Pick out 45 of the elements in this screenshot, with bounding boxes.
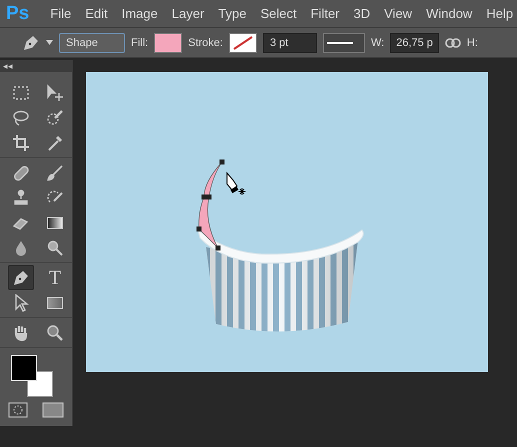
menu-item[interactable]: View <box>377 6 420 21</box>
menu-item[interactable]: Edit <box>78 6 115 21</box>
menu-item[interactable]: 3D <box>346 6 378 21</box>
stroke-label: Stroke: <box>188 36 223 48</box>
pen-icon <box>12 268 30 286</box>
height-label: H: <box>466 36 478 48</box>
menu-item[interactable]: Select <box>253 6 304 21</box>
line-style-dropdown[interactable] <box>322 32 365 52</box>
quick-mask-icon[interactable] <box>8 402 28 418</box>
pen-icon <box>22 34 40 52</box>
fill-label: Fill: <box>131 36 148 48</box>
width-field[interactable]: 26,75 p <box>390 32 439 52</box>
app-logo: Ps <box>6 2 30 24</box>
stroke-swatch[interactable] <box>228 32 257 52</box>
menu-item[interactable]: Type <box>211 6 254 21</box>
stamp-icon <box>12 188 30 206</box>
stroke-width-dropdown[interactable]: 3 pt <box>262 32 317 52</box>
collapse-button[interactable]: ◂◂ <box>0 60 72 72</box>
zoom-icon <box>46 324 64 342</box>
brush-icon <box>46 164 64 182</box>
arrow-move-icon <box>46 84 64 102</box>
fill-swatch[interactable] <box>154 32 182 52</box>
hand-icon <box>12 324 30 342</box>
link-icon[interactable] <box>444 38 461 48</box>
screen-mode-icon[interactable] <box>42 402 64 418</box>
dodge-icon <box>46 238 64 256</box>
caret-icon[interactable] <box>46 40 53 45</box>
brush-circle-icon <box>46 108 64 126</box>
mode-dropdown[interactable]: Shape <box>59 32 125 52</box>
menu-item[interactable]: Window <box>419 6 480 21</box>
type-tool-glyph: T <box>48 268 62 288</box>
menu-item[interactable]: Image <box>114 6 165 21</box>
pen-cursor-icon <box>226 172 246 196</box>
eyedropper-icon <box>46 134 64 152</box>
lasso-icon <box>12 108 30 126</box>
crop-icon <box>12 134 30 152</box>
width-label: W: <box>370 36 384 48</box>
menu-item[interactable]: Filter <box>304 6 346 21</box>
menu-item[interactable]: Layer <box>164 6 212 21</box>
color-swatches[interactable] <box>10 354 54 398</box>
menu-item[interactable]: Help <box>479 6 517 21</box>
tool-button[interactable] <box>8 265 34 290</box>
menu-item[interactable]: File <box>43 6 78 21</box>
dashed-rectangle-icon <box>12 84 30 102</box>
tool-button[interactable]: T <box>42 265 68 290</box>
